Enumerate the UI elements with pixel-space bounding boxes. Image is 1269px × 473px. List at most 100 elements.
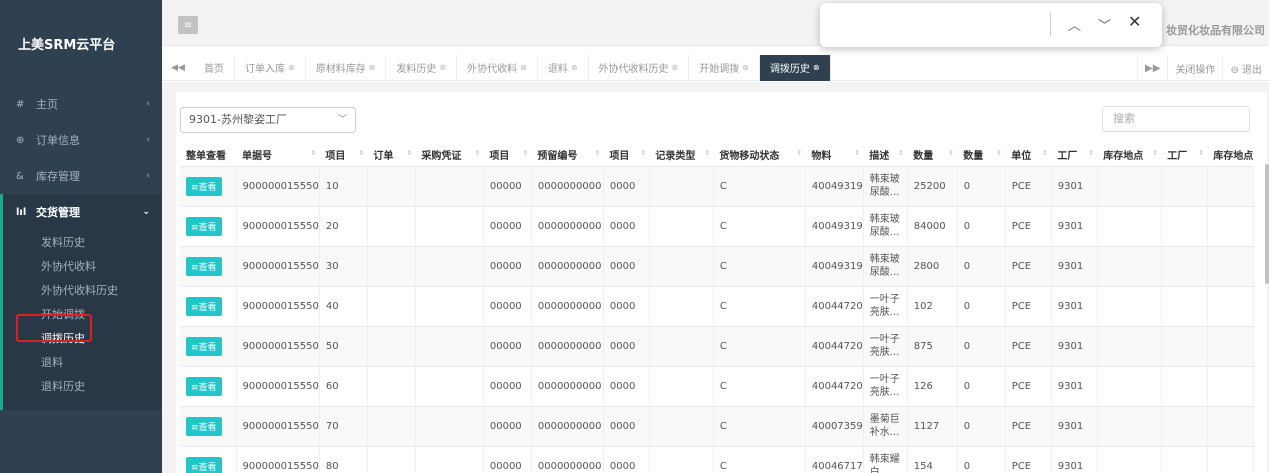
sidebar-subitem-return[interactable]: 退料	[3, 350, 162, 374]
column-header[interactable]: 项目 ⇕	[483, 144, 532, 167]
tab-start-transfer[interactable]: 开始调拨 ⊗	[689, 54, 760, 81]
item3-cell: 0000	[603, 446, 650, 473]
plant2-cell	[1161, 406, 1208, 447]
search-input[interactable]: 搜索	[1102, 106, 1250, 132]
view-button[interactable]: ≡查看	[186, 296, 222, 316]
storage-location-cell	[1097, 446, 1162, 473]
tab-close-icon[interactable]: ⊗	[439, 63, 446, 72]
plant-cell: 9301	[1051, 326, 1098, 367]
view-cell: ≡查看	[180, 446, 237, 473]
find-prev-icon[interactable]: ︿	[1068, 15, 1081, 34]
column-header[interactable]: 库存地点 ⇕	[1097, 144, 1162, 167]
plant-cell: 9301	[1051, 286, 1098, 327]
hamburger-icon: ≡	[183, 19, 193, 31]
sidebar-item-delivery[interactable]: lıl 交货管理 ⌄	[3, 194, 162, 230]
view-button[interactable]: ≡查看	[186, 376, 222, 396]
quantity2-cell: 0	[957, 286, 1006, 327]
tab-outsource-receive-history[interactable]: 外协代收料历史 ⊗	[589, 54, 690, 81]
item2-cell: 00000	[483, 246, 532, 287]
order-cell	[367, 406, 416, 447]
column-header[interactable]: 单据号 ⇕	[236, 144, 320, 167]
column-header[interactable]: 货物移动状态 ⇕	[713, 144, 806, 167]
tab-issue-history[interactable]: 发料历史 ⊗	[386, 54, 458, 81]
sidebar-subitem-issue-history[interactable]: 发料历史	[3, 230, 162, 254]
column-header[interactable]: 库存地点	[1207, 144, 1254, 167]
column-header[interactable]: 预留编号 ⇕	[531, 144, 604, 167]
table-row: ≡查看 900000015550 40 00000 0000000000 000…	[180, 286, 1254, 327]
tab-close-icon[interactable]: ⊗	[288, 63, 295, 72]
item2-cell: 00000	[483, 326, 532, 367]
sidebar-subitem-return-history[interactable]: 退料历史	[3, 374, 162, 398]
tab-close-icon[interactable]: ⊗	[571, 63, 578, 72]
column-header[interactable]: 工厂 ⇕	[1161, 144, 1208, 167]
tab-label: 开始调拨	[699, 64, 740, 75]
logout-button[interactable]: ⊖ 退出	[1222, 55, 1269, 81]
column-header[interactable]: 工厂 ⇕	[1051, 144, 1098, 167]
order-cell	[367, 366, 416, 407]
sidebar-item-orders[interactable]: ⊕ 订单信息 ‹	[0, 122, 162, 158]
view-button[interactable]: ≡查看	[186, 416, 222, 436]
sidebar-subitem-outsource-receive[interactable]: 外协代收料	[3, 254, 162, 278]
order-cell	[367, 446, 416, 473]
view-button[interactable]: ≡查看	[186, 456, 222, 473]
close-operations-button[interactable]: 关闭操作	[1167, 55, 1222, 81]
storage-location2-cell	[1207, 166, 1254, 207]
quantity2-cell: 0	[957, 166, 1006, 207]
description-cell: 韩束玻尿酸...	[863, 206, 908, 247]
column-header[interactable]: 项目 ⇕	[319, 144, 368, 167]
tab-home[interactable]: 首页	[194, 54, 235, 81]
tabs-scroll-left-icon[interactable]: ◀◀	[162, 63, 194, 73]
view-cell: ≡查看	[180, 406, 237, 447]
column-header[interactable]: 记录类型 ⇕	[649, 144, 714, 167]
sidebar-subitem-outsource-receive-history[interactable]: 外协代收料历史	[3, 278, 162, 302]
record-type-cell	[649, 406, 714, 447]
reserve-number-cell: 0000000000	[531, 406, 604, 447]
column-header-label: 项目	[489, 151, 510, 163]
column-header[interactable]: 数量 ⇕	[957, 144, 1006, 167]
table-row: ≡查看 900000015550 70 00000 0000000000 000…	[180, 406, 1254, 447]
sort-icon: ⇕	[406, 149, 413, 157]
tab-order-inbound[interactable]: 订单入库 ⊗	[235, 54, 306, 81]
vertical-scrollbar[interactable]	[1265, 164, 1269, 284]
menu-toggle-button[interactable]: ≡	[178, 16, 198, 34]
tab-label: 发料历史	[396, 64, 437, 75]
column-header[interactable]: 物料 ⇕	[805, 144, 864, 167]
find-next-icon[interactable]: ﹀	[1098, 15, 1111, 34]
find-close-icon[interactable]: ✕	[1128, 12, 1141, 31]
view-button[interactable]: ≡查看	[186, 256, 222, 276]
column-header[interactable]: 数量 ⇕	[907, 144, 958, 167]
tab-transfer-history[interactable]: 调拨历史 ⊗	[759, 54, 831, 81]
tab-close-icon[interactable]: ⊗	[369, 63, 376, 72]
sort-icon: ⇕	[704, 149, 711, 157]
sidebar-item-inventory[interactable]: & 库存管理 ‹	[0, 158, 162, 194]
view-button[interactable]: ≡查看	[186, 176, 222, 196]
movement-status-cell: C	[713, 286, 806, 327]
reserve-number-cell: 0000000000	[531, 206, 604, 247]
column-header[interactable]: 单位 ⇕	[1005, 144, 1052, 167]
record-type-cell	[649, 446, 714, 473]
column-header[interactable]: 采购凭证 ⇕	[415, 144, 484, 167]
tab-return[interactable]: 退料 ⊗	[538, 54, 589, 81]
sidebar-item-home[interactable]: # 主页 ‹	[0, 86, 162, 122]
order-cell	[367, 166, 416, 207]
item3-cell: 0000	[603, 246, 650, 287]
column-header[interactable]: 描述 ⇕	[863, 144, 908, 167]
sort-icon: ⇕	[854, 149, 861, 157]
tab-outsource-receive[interactable]: 外协代收料 ⊗	[457, 54, 538, 81]
column-header[interactable]: 项目 ⇕	[603, 144, 650, 167]
purchase-doc-cell	[415, 406, 484, 447]
reserve-number-cell: 0000000000	[531, 326, 604, 367]
column-header[interactable]: 订单 ⇕	[367, 144, 416, 167]
tab-close-icon[interactable]: ⊗	[520, 63, 527, 72]
tab-close-icon[interactable]: ⊗	[672, 63, 679, 72]
column-header-label: 预留编号	[537, 151, 578, 163]
tab-close-icon[interactable]: ⊗	[813, 63, 820, 72]
tabs-scroll-right-icon[interactable]: ▶▶	[1137, 55, 1167, 81]
tab-raw-material-stock[interactable]: 原材料库存 ⊗	[306, 54, 387, 81]
view-button[interactable]: ≡查看	[186, 216, 222, 236]
plant-select[interactable]: 9301-苏州黎姿工厂 ﹀	[180, 107, 356, 133]
tab-close-icon[interactable]: ⊗	[742, 63, 749, 72]
record-type-cell	[649, 206, 714, 247]
sort-icon: ⇕	[522, 149, 529, 157]
view-button[interactable]: ≡查看	[186, 336, 222, 356]
